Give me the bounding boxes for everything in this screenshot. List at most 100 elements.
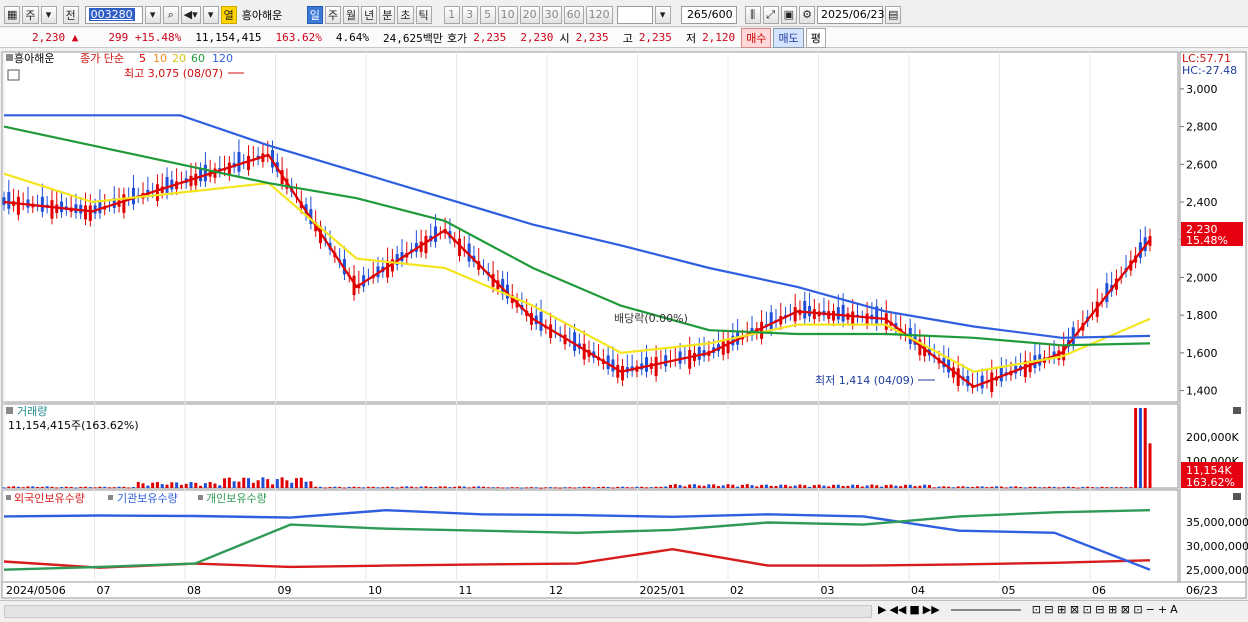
calendar-icon[interactable]: ▤ [885, 5, 902, 24]
interval-button-5[interactable]: 5 [479, 5, 496, 24]
volume-bar [985, 487, 989, 489]
volume-bar [750, 485, 754, 488]
volume-bar [990, 486, 994, 488]
scroll-track[interactable] [4, 605, 872, 618]
interval-custom-input[interactable] [616, 5, 653, 24]
open-label: 시 [559, 31, 570, 45]
interval-button-20[interactable]: 20 [519, 5, 540, 24]
volume-bar [213, 483, 217, 488]
period-tab-0[interactable]: 일 [306, 5, 323, 24]
close-icon[interactable] [1233, 407, 1241, 414]
candle-body [386, 260, 390, 278]
period-tab-4[interactable]: 분 [379, 5, 396, 24]
interval-button-10[interactable]: 10 [497, 5, 518, 24]
zoom-in-icon[interactable]: + [1158, 603, 1167, 616]
date-field[interactable]: 2025/06/23 [817, 5, 884, 24]
bid-price: 2,230 [520, 31, 554, 44]
speaker-icon[interactable]: ◀▾ [180, 5, 201, 24]
zoom-slider[interactable] [950, 603, 1021, 611]
prefix-button[interactable]: 전 [62, 5, 79, 24]
indicator-icon[interactable]: ⤢ [762, 5, 779, 24]
candle-body [841, 304, 845, 322]
volume-ratio: 163.62% [275, 31, 322, 44]
volume-bar [760, 484, 764, 488]
volume-bar [927, 485, 931, 488]
x-label: 2024/0506 [6, 584, 66, 597]
volume-bar [175, 482, 179, 488]
volume-panel [1, 403, 1179, 489]
candle-body [664, 355, 668, 367]
panel-icon [6, 495, 11, 500]
layout-icon[interactable]: ▦ [4, 5, 21, 24]
x-label: 09 [278, 584, 292, 597]
candle-body [227, 162, 231, 176]
zoom-out-icon[interactable]: − [1146, 603, 1155, 616]
code-input[interactable]: 003280 [84, 5, 143, 24]
volume-bar [947, 486, 951, 488]
eval-button[interactable]: 평 [805, 27, 826, 48]
legend-individual: 개인보유수량 [206, 492, 267, 505]
tool-icons[interactable]: ⊡ ⊟ ⊞ ⊠ ⊡ ⊟ ⊞ ⊠ ⊡ [1032, 603, 1143, 616]
font-size-icon[interactable]: A [1170, 603, 1178, 616]
volume-bar [995, 486, 999, 488]
volume-bar [232, 481, 236, 488]
market-type-select[interactable]: 주 [22, 5, 39, 24]
x-label: 10 [368, 584, 382, 597]
buy-button[interactable]: 매수 [741, 27, 772, 48]
volume-bar [453, 486, 457, 488]
interval-button-3[interactable]: 3 [461, 5, 478, 24]
period-tab-6[interactable]: 틱 [415, 5, 432, 24]
interval-button-60[interactable]: 60 [563, 5, 584, 24]
close-icon[interactable] [1233, 493, 1241, 500]
period-tab-3[interactable]: 년 [361, 5, 378, 24]
volume-bar [266, 479, 270, 488]
gear-icon[interactable]: ⚙ [799, 5, 816, 24]
count-field[interactable]: 265/600 [680, 5, 737, 24]
volume-bar [122, 486, 126, 488]
forward-icon[interactable]: ▶▶ [923, 603, 940, 616]
play-icon[interactable]: ▶ [878, 603, 886, 616]
volume-bar [1076, 487, 1080, 489]
stop-icon[interactable]: ■ [909, 603, 919, 616]
volume-bar [179, 484, 183, 488]
chevron-down-icon[interactable]: ▾ [202, 5, 219, 24]
candle-body [769, 312, 773, 331]
volume-bar [227, 477, 231, 488]
price-tick: 2,400 [1186, 196, 1218, 209]
volume-bar [980, 486, 984, 488]
x-label: 06 [1092, 584, 1106, 597]
volume-bar [865, 485, 869, 488]
candle-body [60, 201, 64, 213]
volume-bar [520, 487, 524, 489]
period-tab-2[interactable]: 월 [343, 5, 360, 24]
rewind-icon[interactable]: ◀◀ [889, 603, 906, 616]
interval-button-1[interactable]: 1 [443, 5, 460, 24]
volume-bar [827, 486, 831, 488]
chevron-down-icon[interactable]: ▾ [40, 5, 57, 24]
sell-button[interactable]: 매도 [773, 27, 804, 48]
volume-bar [26, 486, 30, 488]
volume-bar [1105, 487, 1109, 489]
candle-icon[interactable]: ⫼ [744, 5, 761, 24]
period-tab-1[interactable]: 주 [324, 5, 342, 24]
high-price: 2,235 [638, 31, 672, 44]
interval-button-30[interactable]: 30 [541, 5, 562, 24]
candle-body [851, 311, 855, 324]
scroll-bar[interactable]: ▶ ◀◀ ■ ▶▶ ⊡ ⊟ ⊞ ⊠ ⊡ ⊟ ⊞ ⊠ ⊡ − + A [0, 600, 1248, 622]
grid-toggle-icon[interactable] [7, 69, 20, 81]
candle-body [697, 346, 701, 360]
interval-button-120[interactable]: 120 [585, 5, 613, 24]
stock-chart[interactable]: 흥아해운 종가 단순 5 10 20 60 120 최고 3,075 (08/0… [0, 50, 1248, 600]
search-icon[interactable]: ⌕ [162, 5, 179, 24]
chevron-down-icon[interactable]: ▾ [144, 5, 161, 24]
volume-bar [1090, 487, 1094, 489]
volume-bar [486, 487, 490, 489]
volume-bar [774, 485, 778, 488]
candle-body [654, 357, 658, 377]
chevron-down-icon[interactable]: ▾ [654, 5, 671, 24]
volume-bar [467, 487, 471, 489]
period-tab-5[interactable]: 초 [397, 5, 414, 24]
volume-bar [477, 486, 481, 488]
save-icon[interactable]: ▣ [780, 5, 798, 24]
volume-bar [342, 487, 346, 489]
